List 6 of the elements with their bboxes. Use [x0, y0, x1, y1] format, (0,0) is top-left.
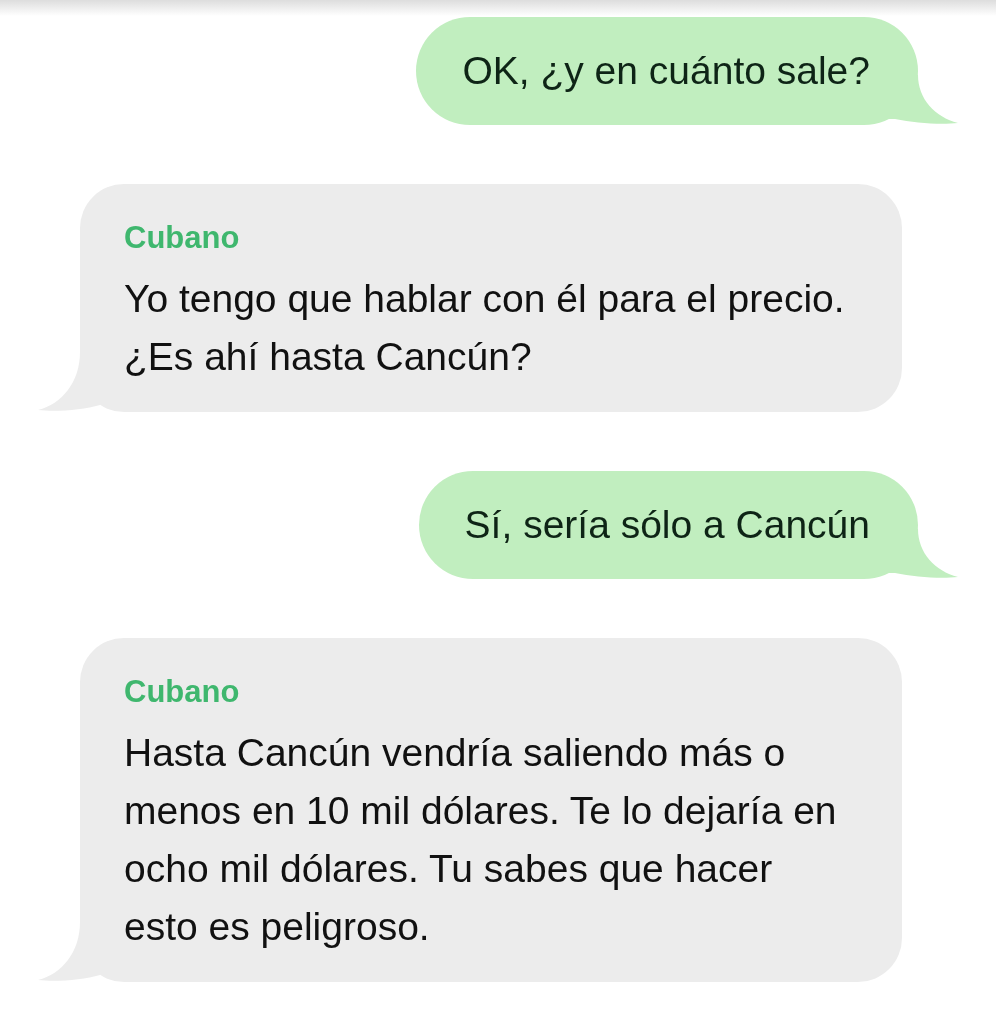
message-text: Sí, sería sólo a Cancún [464, 502, 870, 548]
sender-name: Cubano [124, 220, 240, 256]
message-text: OK, ¿y en cuánto sale? [462, 48, 870, 94]
message-text: Hasta Cancún vendría saliendo más o menos en 10 mil dólares. Te lo dejaría en ocho mil dólares. Tu sabes que hacer esto es peligroso. [124, 730, 838, 950]
sender-name: Cubano [124, 674, 240, 710]
message-text: Yo tengo que hablar con él para el precio. ¿Es ahí hasta Cancún? [124, 276, 846, 380]
